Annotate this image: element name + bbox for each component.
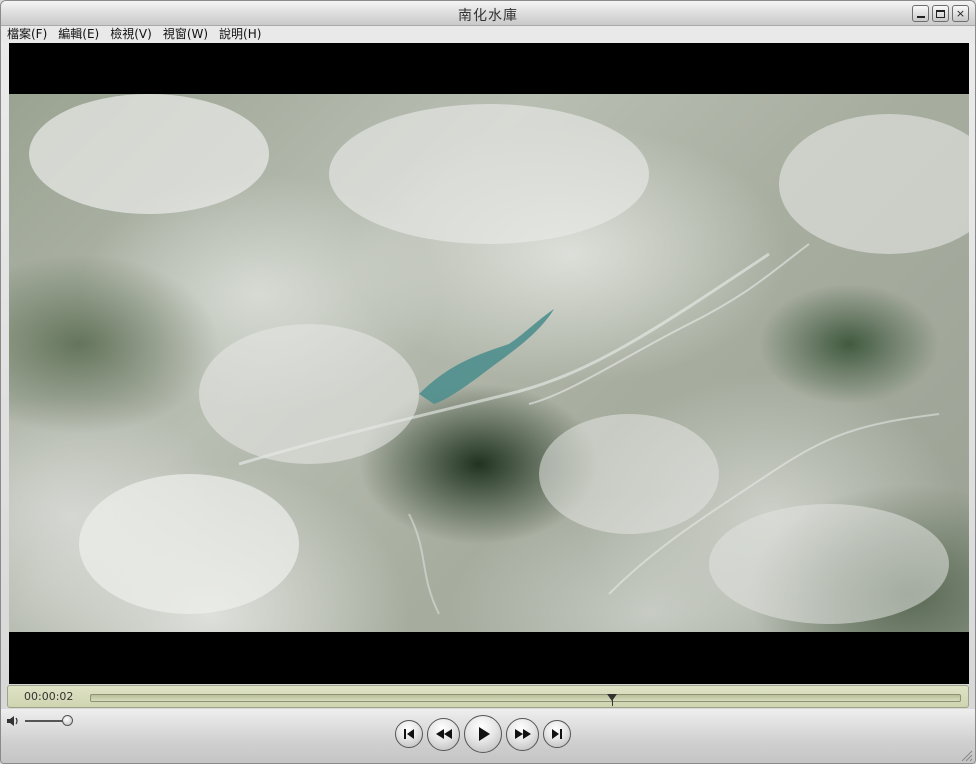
playhead-stem	[612, 700, 613, 706]
player-window: 南化水庫 × 檔案(F) 編輯(E) 檢視(V) 視窗(W) 說明(H) 00:…	[0, 0, 976, 764]
rewind-button[interactable]	[427, 717, 460, 751]
title-bar[interactable]: 南化水庫 ×	[1, 1, 975, 26]
rewind-icon	[435, 729, 452, 739]
menu-file[interactable]: 檔案(F)	[7, 26, 47, 43]
maximize-icon	[936, 9, 945, 18]
maximize-button[interactable]	[932, 5, 949, 22]
fast-forward-icon	[514, 729, 531, 739]
transport-controls	[395, 715, 571, 753]
video-display[interactable]	[9, 43, 969, 684]
play-icon	[479, 727, 490, 741]
fast-forward-button[interactable]	[506, 717, 539, 751]
menu-window[interactable]: 視窗(W)	[163, 26, 208, 43]
window-controls: ×	[912, 5, 969, 22]
skip-back-icon	[404, 729, 414, 739]
resize-grip-icon[interactable]	[959, 748, 973, 762]
menu-bar: 檔案(F) 編輯(E) 檢視(V) 視窗(W) 說明(H)	[1, 26, 975, 43]
skip-forward-icon	[552, 729, 562, 739]
menu-view[interactable]: 檢視(V)	[110, 26, 152, 43]
minimize-button[interactable]	[912, 5, 929, 22]
control-bar	[1, 709, 975, 763]
current-time: 00:00:02	[24, 690, 74, 703]
menu-edit[interactable]: 編輯(E)	[58, 26, 99, 43]
close-icon: ×	[955, 7, 966, 20]
timeline-track[interactable]	[90, 694, 961, 706]
play-button[interactable]	[464, 715, 502, 753]
minimize-icon	[916, 16, 925, 18]
window-title: 南化水庫	[458, 8, 518, 24]
aerial-landscape	[29, 94, 969, 624]
next-chapter-button[interactable]	[543, 720, 571, 748]
menu-help[interactable]: 說明(H)	[219, 26, 261, 43]
volume-icon[interactable]	[6, 715, 20, 727]
close-button[interactable]: ×	[952, 5, 969, 22]
progress-bar-area: 00:00:02	[7, 685, 969, 708]
volume-knob[interactable]	[62, 715, 73, 726]
previous-chapter-button[interactable]	[395, 720, 423, 748]
video-frame	[9, 94, 969, 632]
volume-slider[interactable]	[25, 720, 67, 722]
